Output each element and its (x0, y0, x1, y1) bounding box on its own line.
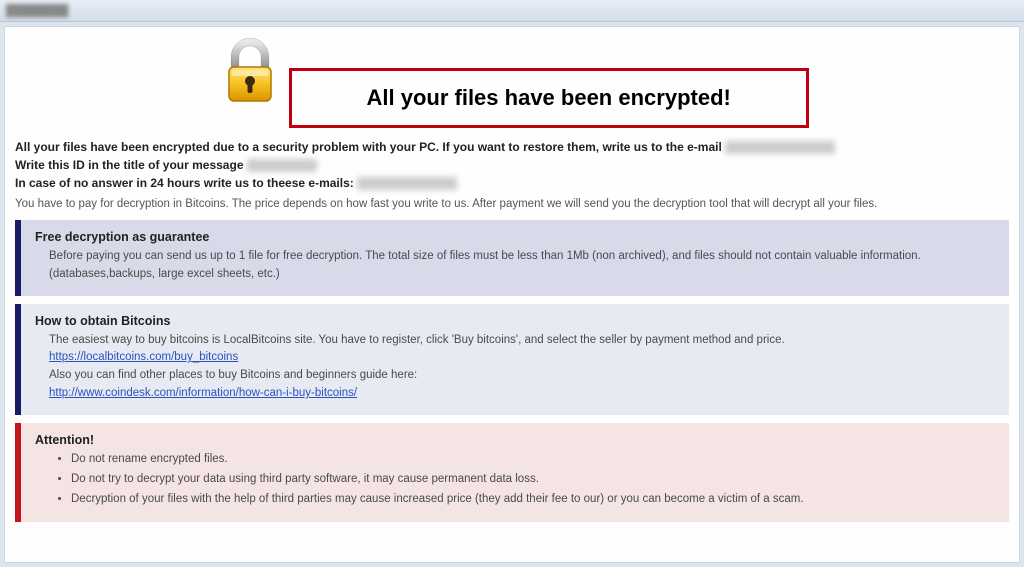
bitcoins-line-1: The easiest way to buy bitcoins is Local… (49, 332, 995, 350)
list-item: Decryption of your files with the help o… (71, 491, 995, 509)
headline-box: All your files have been encrypted! (289, 68, 809, 128)
panel-bitcoins-body: The easiest way to buy bitcoins is Local… (35, 332, 995, 403)
headline-text: All your files have been encrypted! (332, 85, 766, 111)
lock-icon (215, 35, 285, 108)
list-item: Do not try to decrypt your data using th… (71, 471, 995, 489)
intro-block: All your files have been encrypted due t… (15, 138, 1009, 192)
panel-attention: Attention! Do not rename encrypted files… (15, 423, 1009, 522)
redacted-email-2: xxxxxxxxx (357, 177, 457, 190)
panel-guarantee-title: Free decryption as guarantee (35, 230, 995, 244)
panel-guarantee-body: Before paying you can send us up to 1 fi… (35, 248, 995, 284)
bitcoins-link-2[interactable]: http://www.coindesk.com/information/how-… (49, 387, 357, 399)
redacted-email: xxxxxxxxxx (725, 141, 835, 154)
content-area: All your files have been encrypted! All … (4, 26, 1020, 563)
panel-bitcoins-title: How to obtain Bitcoins (35, 314, 995, 328)
intro-line-2: Write this ID in the title of your messa… (15, 156, 1009, 174)
panel-guarantee: Free decryption as guarantee Before payi… (15, 220, 1009, 296)
bitcoins-line-2: Also you can find other places to buy Bi… (49, 367, 995, 385)
titlebar-text: ████████ (6, 5, 68, 17)
panel-bitcoins: How to obtain Bitcoins The easiest way t… (15, 304, 1009, 415)
intro-line-1: All your files have been encrypted due t… (15, 138, 1009, 156)
attention-list: Do not rename encrypted files. Do not tr… (49, 451, 995, 508)
header-section: All your files have been encrypted! (15, 35, 1009, 128)
redacted-id: xxxxxx (247, 159, 317, 172)
pay-instruction: You have to pay for decryption in Bitcoi… (15, 198, 1009, 210)
bitcoins-link-1[interactable]: https://localbitcoins.com/buy_bitcoins (49, 351, 238, 363)
list-item: Do not rename encrypted files. (71, 451, 995, 469)
intro-line-3: In case of no answer in 24 hours write u… (15, 174, 1009, 192)
window-titlebar: ████████ (0, 0, 1024, 22)
panel-attention-body: Do not rename encrypted files. Do not tr… (35, 451, 995, 508)
panel-attention-title: Attention! (35, 433, 995, 447)
